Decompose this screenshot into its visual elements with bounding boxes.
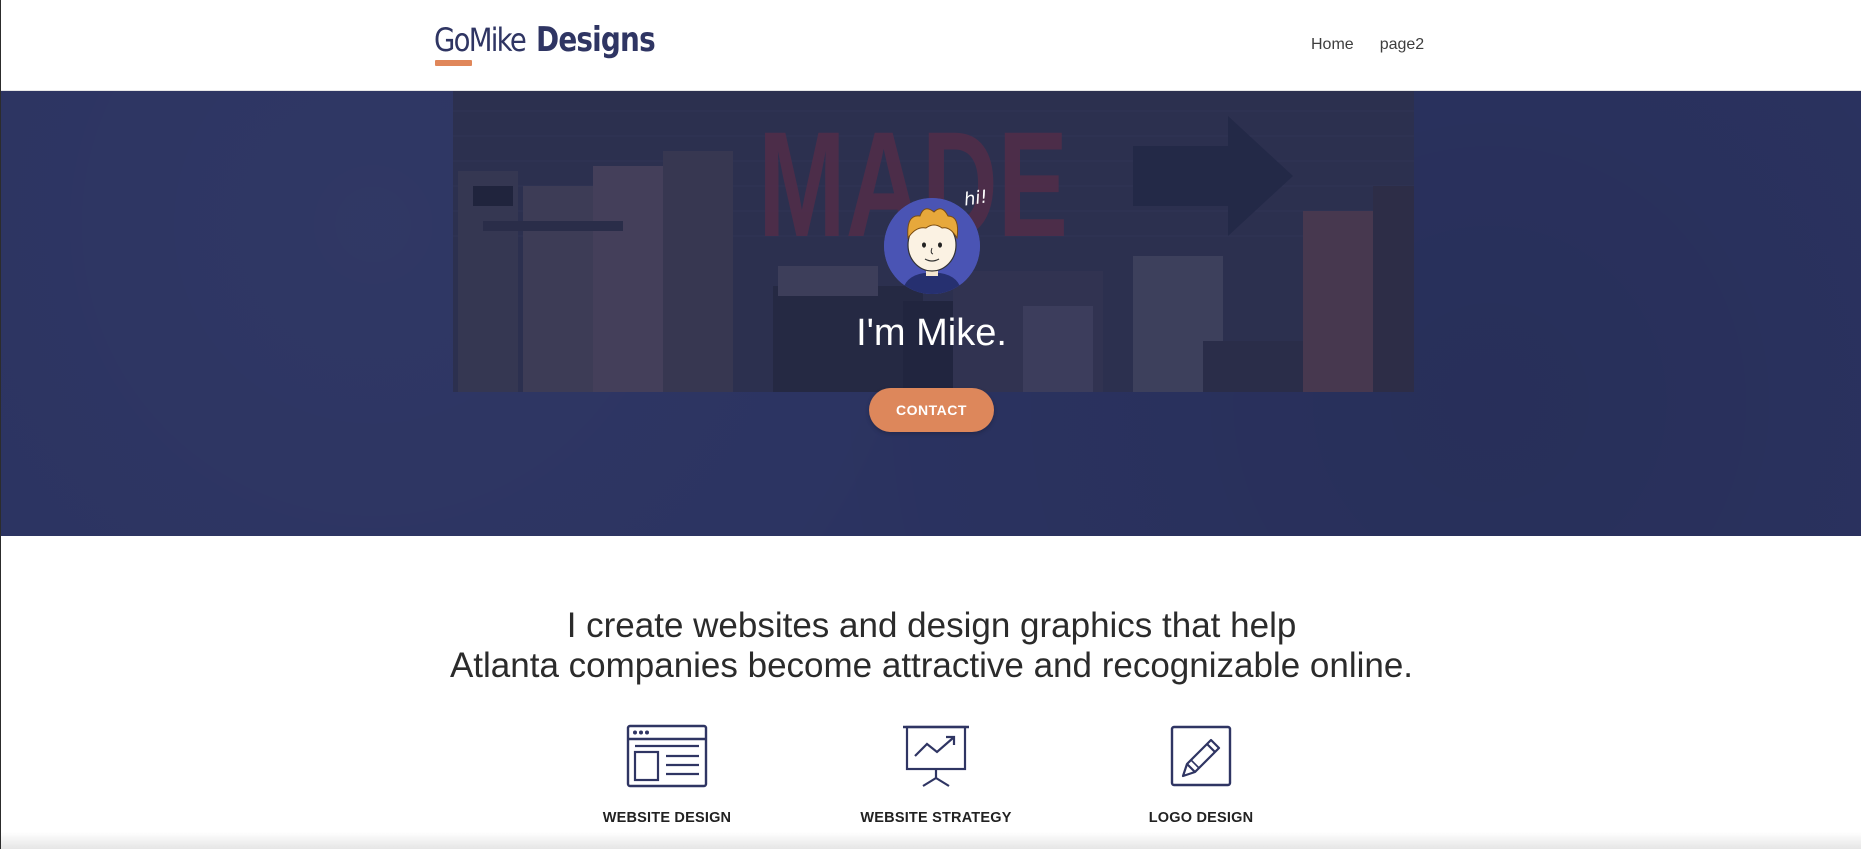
presentation-chart-icon	[836, 724, 1036, 790]
hi-speech-text: hi!	[962, 186, 989, 211]
logo-text-designs: Designs	[536, 20, 656, 60]
services-row: WEBSITE DESIGN WEBSITE STRATEGY LOGO DES…	[1, 724, 1861, 834]
bottom-shadow	[1, 832, 1861, 849]
service-label-logo-design: LOGO DESIGN	[1148, 810, 1254, 826]
service-website-strategy[interactable]: WEBSITE STRATEGY	[836, 724, 1036, 826]
hero-section: MADE hi! I'm Mike. CONTACT	[1, 91, 1861, 536]
nav-page2-link[interactable]: page2	[1380, 36, 1425, 54]
page: GoMike Designs Home page2 MADE hi! I'm M…	[0, 0, 1861, 849]
pencil-edit-icon	[1101, 724, 1301, 790]
intro-line-1: I create websites and design graphics th…	[566, 606, 1297, 645]
site-header: GoMike Designs Home page2	[1, 0, 1861, 91]
browser-window-icon	[567, 724, 767, 790]
hero-title: I'm Mike.	[856, 312, 1007, 354]
contact-button[interactable]: CONTACT	[869, 388, 994, 432]
service-label-website-strategy: WEBSITE STRATEGY	[860, 810, 1012, 826]
service-website-design[interactable]: WEBSITE DESIGN	[567, 724, 767, 826]
logo-text-gomike: GoMike	[434, 21, 527, 59]
intro-statement: I create websites and design graphics th…	[1, 606, 1861, 686]
nav-home-link[interactable]: Home	[1311, 36, 1354, 54]
mike-avatar	[884, 198, 980, 294]
intro-line-2: Atlanta companies become attractive and …	[449, 646, 1414, 685]
service-label-website-design: WEBSITE DESIGN	[602, 810, 732, 826]
service-logo-design[interactable]: LOGO DESIGN	[1101, 724, 1301, 826]
logo-underline	[435, 60, 472, 66]
main-nav: Home page2	[1311, 36, 1424, 54]
